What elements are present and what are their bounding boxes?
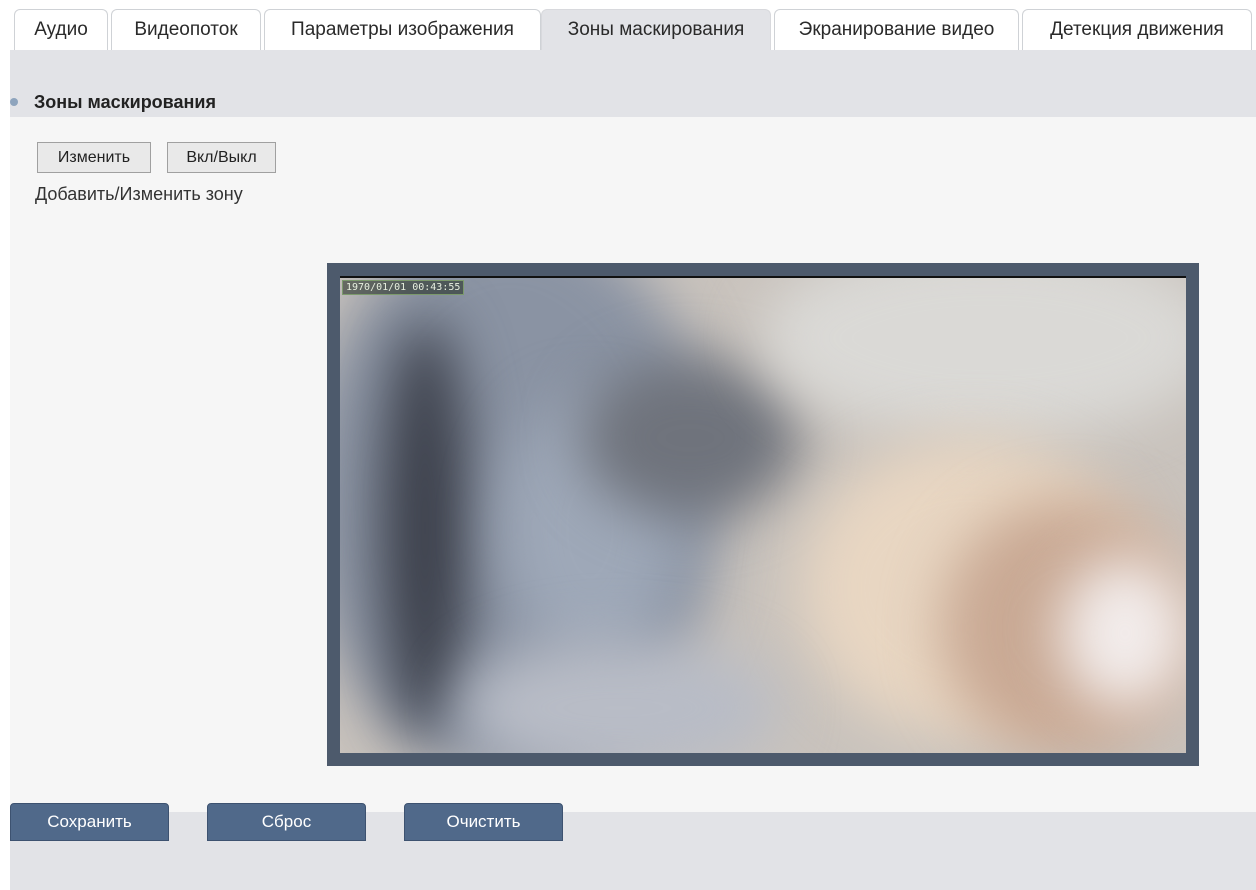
save-button[interactable]: Сохранить	[10, 803, 169, 841]
video-preview-frame: 1970/01/01 00:43:55	[327, 263, 1199, 766]
tab-image-parameters[interactable]: Параметры изображения	[264, 9, 541, 50]
tab-bar: Аудио Видеопоток Параметры изображения З…	[0, 0, 1256, 50]
reset-button[interactable]: Сброс	[207, 803, 366, 841]
add-edit-zone-hint: Добавить/Изменить зону	[35, 184, 243, 204]
video-timestamp: 1970/01/01 00:43:55	[342, 280, 465, 295]
tab-video-shielding[interactable]: Экранирование видео	[774, 9, 1019, 50]
toggle-button[interactable]: Вкл/Выкл	[167, 142, 276, 173]
tab-motion-detection[interactable]: Детекция движения	[1022, 9, 1252, 50]
tab-video-stream[interactable]: Видеопоток	[111, 9, 261, 50]
video-preview[interactable]: 1970/01/01 00:43:55	[340, 276, 1186, 753]
footer-band	[10, 812, 1256, 890]
edit-button[interactable]: Изменить	[37, 142, 151, 173]
section-title-text: Зоны маскирования	[34, 92, 216, 112]
settings-page: Зоны маскирования Изменить Вкл/Выкл Доба…	[10, 50, 1256, 890]
clear-button[interactable]: Очистить	[404, 803, 563, 841]
bullet-icon	[10, 98, 18, 106]
tab-privacy-masking[interactable]: Зоны маскирования	[541, 9, 771, 50]
tab-audio[interactable]: Аудио	[14, 9, 108, 50]
